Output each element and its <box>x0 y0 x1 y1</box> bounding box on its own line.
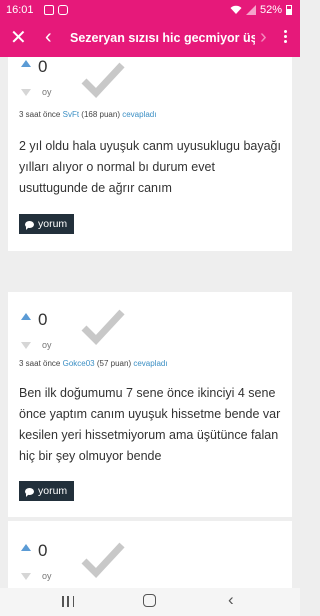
downvote-icon[interactable] <box>21 342 31 349</box>
mail-icon <box>44 5 54 15</box>
upvote-icon[interactable] <box>21 313 31 320</box>
vote-widget: 0 oy <box>20 310 58 354</box>
vote-label: oy <box>42 340 52 350</box>
close-icon[interactable]: ✕ <box>10 27 27 49</box>
answer-user-link[interactable]: SvFt <box>63 110 79 119</box>
vote-count: 0 <box>38 57 48 76</box>
answer-user-link[interactable]: Gokce03 <box>63 359 95 368</box>
vote-count: 0 <box>38 541 48 560</box>
comment-button-label: yorum <box>38 485 68 497</box>
status-bar: 16:01 52% <box>0 0 300 21</box>
instagram-icon <box>58 5 68 15</box>
answer-points: (57 puan) <box>96 359 132 368</box>
back-icon[interactable]: ‹ <box>228 591 234 609</box>
downvote-icon[interactable] <box>21 89 31 96</box>
vote-label: oy <box>42 571 52 581</box>
answer-body: Ben ilk doğumumu 7 sene önce ikinciyi 4 … <box>19 386 281 463</box>
chevron-left-icon[interactable]: ‹ <box>45 26 52 48</box>
status-time: 16:01 <box>6 4 34 16</box>
chevron-right-icon[interactable]: › <box>260 26 267 48</box>
answer-time: 3 saat önce <box>19 110 61 119</box>
comment-button-label: yorum <box>38 218 68 230</box>
upvote-icon[interactable] <box>21 544 31 551</box>
answer-time: 3 saat önce <box>19 359 61 368</box>
comment-icon <box>25 220 34 230</box>
wifi-icon <box>230 5 242 14</box>
battery-percent: 52% <box>259 4 282 16</box>
answer-card: 0 oy 3 saat önce Gokce03 (57 puan) cevap… <box>8 292 292 517</box>
comment-button[interactable]: yorum <box>19 214 75 234</box>
battery-icon <box>286 5 292 15</box>
answer-card: 0 oy 3 saat önce SvFt (168 puan) cevapla… <box>8 57 292 251</box>
answers-list[interactable]: 0 oy 3 saat önce SvFt (168 puan) cevapla… <box>0 57 300 588</box>
downvote-icon[interactable] <box>21 573 31 580</box>
accept-check-icon[interactable] <box>78 539 128 579</box>
answer-meta: 3 saat önce SvFt (168 puan) cevapladı <box>19 110 156 119</box>
answer-points: (168 puan) <box>81 110 120 119</box>
home-icon[interactable] <box>143 594 156 607</box>
comment-icon <box>25 487 34 497</box>
answer-meta: 3 saat önce Gokce03 (57 puan) cevapladı <box>19 359 168 368</box>
page-title: Sezeryan sızısı hic gecmiyor üşüt... <box>70 31 255 45</box>
answer-card: 0 oy <box>8 521 292 588</box>
more-vert-icon[interactable] <box>284 30 288 45</box>
accept-check-icon[interactable] <box>78 59 128 99</box>
vote-widget: 0 oy <box>20 541 58 585</box>
vote-label: oy <box>42 87 52 97</box>
app-bar: ✕ ‹ Sezeryan sızısı hic gecmiyor üşüt...… <box>0 21 300 57</box>
signal-icon <box>245 5 256 15</box>
accept-check-icon[interactable] <box>78 306 128 346</box>
vote-widget: 0 oy <box>20 57 58 101</box>
vote-count: 0 <box>38 310 48 329</box>
answer-body: 2 yıl oldu hala uyuşuk canm uyusuklugu b… <box>19 139 281 195</box>
status-right: 52% <box>230 4 292 16</box>
upvote-icon[interactable] <box>21 60 31 67</box>
recent-apps-icon[interactable] <box>62 596 74 607</box>
answer-action: cevapladı <box>133 359 168 368</box>
system-nav-bar: ‹ <box>0 588 300 616</box>
comment-button[interactable]: yorum <box>19 481 75 501</box>
answer-action: cevapladı <box>122 110 157 119</box>
